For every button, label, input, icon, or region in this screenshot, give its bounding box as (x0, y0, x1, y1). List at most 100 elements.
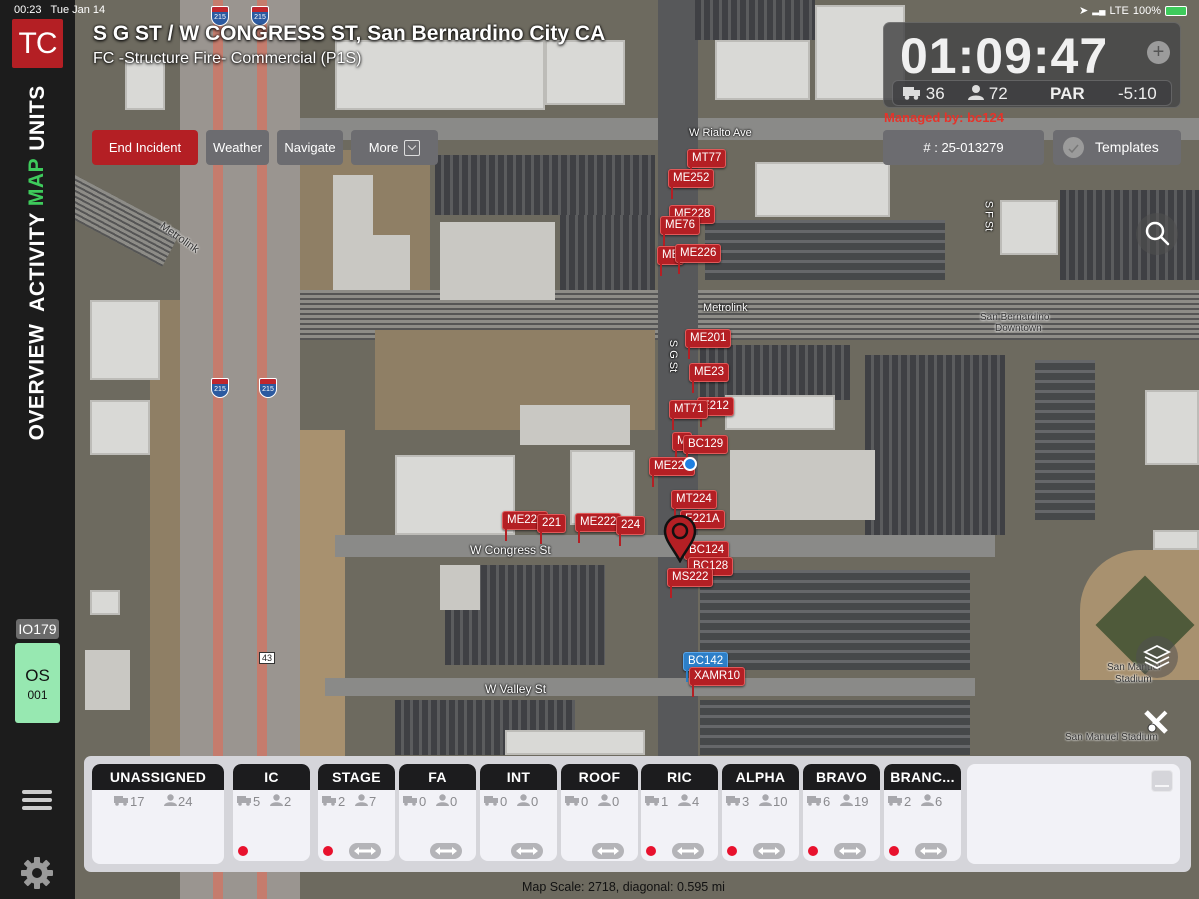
building (90, 300, 160, 380)
unit-marker[interactable]: MS222 (667, 568, 714, 598)
weather-button[interactable]: Weather (206, 130, 269, 165)
group-personnel: 19 (840, 794, 868, 809)
group-name: ROOF (561, 764, 638, 790)
personnel-count: 19 (854, 794, 869, 809)
person-icon (598, 794, 611, 809)
parking-lot (695, 0, 815, 40)
nav-tab-activity[interactable]: ACTIVITY (0, 212, 75, 312)
parking-lot (705, 220, 945, 280)
person-icon (759, 794, 772, 809)
group-apparatus: 3 (726, 794, 749, 809)
group-card-alpha[interactable]: ALPHA 3 10 (722, 764, 799, 861)
alert-dot (646, 846, 656, 856)
satellite-view-button[interactable] (1136, 700, 1178, 742)
swap-arrows-button[interactable] (511, 843, 543, 859)
group-stats: 14 (641, 790, 718, 812)
nav-tab-overview[interactable]: OVERVIEW (0, 324, 75, 441)
street-label: W Congress St (470, 543, 551, 557)
personnel-count: 7 (369, 794, 377, 809)
group-card-ric[interactable]: RIC 1 4 (641, 764, 718, 861)
templates-button[interactable]: Templates (1053, 130, 1181, 165)
building (395, 455, 515, 535)
unit-marker[interactable]: ME201 (685, 329, 732, 359)
apparatus-count: 0 (581, 794, 589, 809)
group-card-ic[interactable]: IC 5 2 (233, 764, 310, 861)
swap-arrows-button[interactable] (349, 843, 381, 859)
parking-lot (1035, 360, 1095, 520)
nav-tab-map[interactable]: MAP (0, 158, 75, 206)
alert-dot (238, 846, 248, 856)
group-card-fa[interactable]: FA 0 0 (399, 764, 476, 861)
group-stats: 17 24 (92, 790, 224, 812)
unit-marker[interactable]: BC129 (683, 435, 729, 465)
group-personnel: 2 (270, 794, 291, 809)
unit-marker[interactable]: XAMR10 (689, 667, 746, 697)
unit-marker[interactable]: ME252 (668, 169, 715, 199)
swap-arrows-button[interactable] (834, 843, 866, 859)
incident-location-pin[interactable] (662, 515, 698, 563)
building (1145, 390, 1199, 465)
group-apparatus: 0 (403, 794, 426, 809)
group-card-roof[interactable]: ROOF 0 0 (561, 764, 638, 861)
incident-timer-panel: 01:09:47 + 36 72 PAR -5:10 (883, 22, 1181, 108)
empty-group-slot[interactable] (967, 764, 1180, 864)
gear-icon[interactable] (20, 856, 54, 890)
app-logo[interactable]: TC (12, 19, 63, 68)
unit-marker[interactable]: MT77 (687, 149, 727, 179)
timer-stats-bar[interactable]: 36 72 PAR -5:10 (892, 80, 1172, 106)
incident-type: FC -Structure Fire- Commercial (P1S) (93, 50, 362, 67)
personnel-count: 0 (450, 794, 458, 809)
unit-marker[interactable]: ME226 (675, 244, 722, 274)
navigate-button[interactable]: Navigate (277, 130, 343, 165)
swap-arrows-button[interactable] (915, 843, 947, 859)
os-tile[interactable]: OS 001 (15, 643, 60, 723)
fire-truck-icon (565, 794, 580, 809)
map-search-button[interactable] (1136, 213, 1178, 255)
parking-lot (700, 570, 970, 670)
group-name: INT (480, 764, 557, 790)
swap-arrows-button[interactable] (753, 843, 785, 859)
unit-marker[interactable]: ME76 (660, 216, 701, 246)
apparatus-total: 36 (903, 84, 945, 104)
swap-arrows-button[interactable] (430, 843, 462, 859)
unit-marker[interactable]: ME23 (689, 363, 730, 393)
swap-arrows-button[interactable] (672, 843, 704, 859)
building (715, 40, 810, 100)
io-badge[interactable]: IO179 (16, 619, 59, 639)
group-card-stage[interactable]: STAGE 2 7 (318, 764, 395, 861)
group-card-unassigned[interactable]: UNASSIGNED 17 24 (92, 764, 224, 864)
group-apparatus: 17 (114, 794, 144, 809)
group-card-branc[interactable]: BRANC... 2 6 (884, 764, 961, 861)
rail-label: Metrolink (703, 302, 748, 314)
group-name: UNASSIGNED (92, 764, 224, 790)
map-layers-button[interactable] (1136, 636, 1178, 678)
more-label: More (368, 140, 399, 155)
unit-marker[interactable]: MT224 (671, 490, 717, 520)
hamburger-menu-icon[interactable] (22, 790, 52, 814)
add-timer-button[interactable]: + (1147, 41, 1170, 64)
fire-truck-icon (807, 794, 822, 809)
unit-marker[interactable]: 221 (537, 514, 567, 544)
more-button[interactable]: More (351, 130, 438, 165)
system-status: ➤ ▂▄ LTE 100% (1079, 4, 1187, 17)
minimize-panel-button[interactable] (1151, 770, 1173, 792)
apparatus-count: 0 (500, 794, 508, 809)
building (90, 400, 150, 455)
building (520, 405, 630, 445)
chevron-down-icon (404, 139, 421, 156)
group-apparatus: 5 (237, 794, 260, 809)
unit-marker[interactable]: 224 (616, 516, 646, 546)
nav-tab-label: ACTIVITY (25, 212, 49, 312)
end-incident-button[interactable]: End Incident (92, 130, 198, 165)
alert-dot (727, 846, 737, 856)
swap-arrows-icon (839, 847, 861, 855)
incident-number-button[interactable]: # : 25-013279 (883, 130, 1044, 165)
unit-marker[interactable]: ME222 (575, 513, 622, 543)
group-card-int[interactable]: INT 0 0 (480, 764, 557, 861)
elapsed-timer: 01:09:47 (900, 28, 1109, 84)
templates-label: Templates (1095, 139, 1159, 155)
group-card-bravo[interactable]: BRAVO 6 19 (803, 764, 880, 861)
swap-arrows-button[interactable] (592, 843, 624, 859)
nav-tab-units[interactable]: UNITS (0, 84, 75, 152)
unit-marker[interactable]: MT71 (669, 400, 709, 430)
